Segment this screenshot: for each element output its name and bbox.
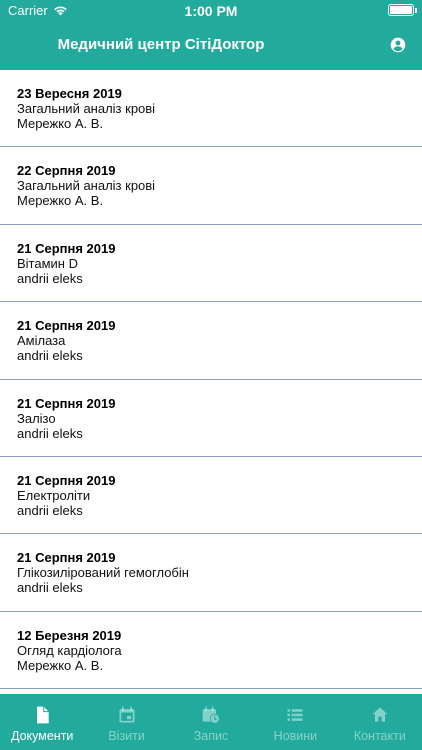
item-date: 22 Серпня 2019 [17, 163, 116, 179]
tab-contacts[interactable]: Контакти [338, 694, 422, 750]
status-time: 1:00 PM [184, 3, 238, 19]
item-date: 21 Серпня 2019 [17, 395, 116, 411]
calendar-icon [119, 706, 135, 723]
list-item[interactable]: 21 Серпня 2019 Вітамин D andrii eleks [0, 225, 422, 303]
list-item[interactable]: 21 Серпня 2019 Залізо andrii eleks [0, 380, 422, 457]
tab-booking[interactable]: Запис [169, 694, 253, 750]
item-doctor: andrii eleks [17, 348, 83, 364]
item-description: Амілаза [17, 333, 66, 349]
list-item[interactable]: 12 Березня 2019 Огляд кардіолога Мережко… [0, 612, 422, 690]
tab-visits[interactable]: Візити [84, 694, 168, 750]
document-icon [37, 706, 49, 724]
account-circle-icon[interactable] [390, 37, 406, 53]
item-doctor: andrii eleks [17, 580, 83, 596]
status-bar: Carrier 1:00 PM [0, 0, 422, 22]
item-doctor: Мережко А. В. [17, 193, 104, 209]
item-doctor: andrii eleks [17, 425, 83, 441]
page-title-text: Медичний центр СітіДоктор [57, 36, 265, 53]
item-doctor: Мережко А. В. [17, 116, 104, 131]
documents-list: 23 Вересня 2019 Загальний аналіз крові М… [0, 70, 422, 694]
list-item[interactable]: 21 Серпня 2019 Глікозилірований гемоглоб… [0, 534, 422, 612]
item-description: Електроліти [17, 487, 91, 503]
tab-label: Запис [193, 729, 229, 743]
item-date: 21 Серпня 2019 [17, 472, 116, 488]
item-description: Загальний аналіз крові [17, 101, 156, 116]
item-description: Огляд кардіолога [17, 642, 122, 658]
item-doctor: andrii eleks [17, 270, 83, 286]
page-title: Медичний центр СітіДоктор [0, 36, 372, 53]
tab-news[interactable]: Новини [253, 694, 337, 750]
item-description: Вітамин D [17, 255, 78, 271]
tab-bar: Документи Візити Запис Новини Контакти [0, 694, 422, 750]
tab-label: Новини [273, 729, 318, 743]
tab-label: Візити [108, 729, 145, 743]
item-description: Залізо [17, 410, 56, 426]
item-date: 21 Серпня 2019 [17, 240, 116, 256]
list-item[interactable]: 21 Серпня 2019 Амілаза andrii eleks [0, 302, 422, 380]
tab-label: Контакти [353, 729, 406, 743]
item-date: 23 Вересня 2019 [17, 86, 122, 101]
top-bar: Carrier 1:00 PM Медичний центр СітіДокто… [0, 0, 422, 70]
item-doctor: andrii eleks [17, 502, 83, 518]
calendar-clock-icon [202, 706, 220, 724]
item-date: 12 Березня 2019 [17, 627, 122, 643]
tab-documents[interactable]: Документи [0, 694, 84, 750]
battery-icon [388, 4, 417, 16]
tab-label: Документи [10, 729, 74, 743]
home-icon [372, 707, 388, 722]
list-item[interactable]: 22 Серпня 2019 Загальний аналіз крові Ме… [0, 147, 422, 225]
list-item[interactable]: 21 Серпня 2019 Електроліти andrii eleks [0, 457, 422, 535]
item-date: 21 Серпня 2019 [17, 318, 116, 334]
list-item[interactable]: 23 Вересня 2019 Загальний аналіз крові М… [0, 70, 422, 148]
item-doctor: Мережко А. В. [17, 657, 104, 673]
list-icon [287, 709, 303, 721]
item-description: Глікозилірований гемоглобін [17, 565, 189, 581]
item-date: 21 Серпня 2019 [17, 550, 116, 566]
item-description: Загальний аналіз крові [17, 178, 156, 194]
